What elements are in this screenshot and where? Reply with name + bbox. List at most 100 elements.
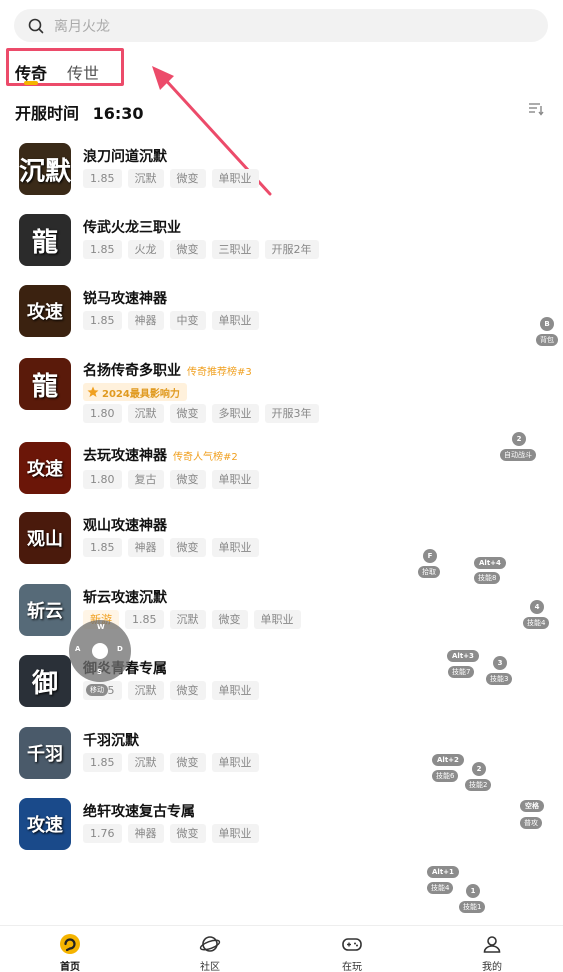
- key-hint: 2: [512, 432, 526, 446]
- key-hint-label: 自动战斗: [500, 449, 536, 461]
- game-tag: 三职业: [211, 240, 259, 259]
- open-time-header: 开服时间 16:30: [15, 100, 144, 124]
- star-icon: [87, 386, 99, 397]
- rank-label: 传奇推荐榜#3: [187, 367, 252, 378]
- open-time-value: 16:30: [92, 104, 144, 123]
- game-tag: 微变: [169, 538, 206, 557]
- key-hint-label: 拾取: [418, 566, 440, 578]
- game-title: 观山攻速神器: [83, 518, 167, 534]
- game-row[interactable]: 沉默 浪刀问道沉默 1.85 沉默 微变 单职业: [0, 143, 563, 213]
- game-thumbnail: 沉默: [19, 143, 71, 195]
- joystick-down-key: S: [97, 668, 103, 676]
- key-hint-label: 技能3: [486, 673, 513, 685]
- game-tag: 沉默: [127, 404, 164, 423]
- open-time-label: 开服时间: [15, 104, 80, 123]
- game-tag: 神器: [127, 538, 164, 557]
- game-title: 锐马攻速神器: [83, 291, 167, 307]
- nav-playing-label: 在玩: [342, 962, 362, 972]
- game-tag: 单职业: [211, 538, 259, 557]
- game-title: 去玩攻速神器: [83, 448, 167, 464]
- rank-label: 传奇人气榜#2: [173, 452, 238, 463]
- nav-community-label: 社区: [200, 962, 220, 972]
- joystick-left-key: A: [75, 645, 81, 653]
- game-row[interactable]: 龍 名扬传奇多职业 传奇推荐榜#3 2024最具影响力 1.80 沉默 微变 多…: [0, 357, 563, 437]
- game-tag: 神器: [127, 824, 164, 843]
- nav-profile-label: 我的: [482, 962, 502, 972]
- key-hint-label: 技能4: [427, 882, 454, 894]
- key-hint-label: 技能4: [523, 617, 550, 629]
- nav-profile[interactable]: 我的: [452, 926, 532, 972]
- game-thumbnail: 攻速: [19, 442, 71, 494]
- game-row[interactable]: 攻速 锐马攻速神器 1.85 神器 中变 单职业: [0, 285, 563, 355]
- game-thumbnail: 龍: [19, 214, 71, 266]
- key-hint: 1: [466, 884, 480, 898]
- game-tag: 单职业: [211, 681, 259, 700]
- virtual-joystick[interactable]: W A D S: [69, 620, 131, 682]
- game-tag: 微变: [169, 824, 206, 843]
- active-tab-indicator: [24, 81, 38, 85]
- game-tag: 单职业: [211, 311, 259, 330]
- game-tag: 单职业: [211, 169, 259, 188]
- sort-icon[interactable]: [528, 102, 544, 116]
- search-placeholder: 离月火龙: [54, 18, 110, 35]
- game-tag: 火龙: [127, 240, 164, 259]
- tab-chuanshi[interactable]: 传世: [67, 60, 99, 84]
- game-tag: 1.85: [83, 169, 122, 188]
- search-bar[interactable]: 离月火龙: [14, 9, 548, 42]
- game-tag: 沉默: [127, 753, 164, 772]
- nav-playing[interactable]: 在玩: [312, 926, 392, 972]
- search-icon: [28, 18, 44, 33]
- key-hint-label: 技能2: [465, 779, 492, 791]
- game-tag: 1.85: [83, 753, 122, 772]
- game-thumbnail: 攻速: [19, 798, 71, 850]
- joystick-knob[interactable]: [92, 643, 108, 659]
- game-tag: 微变: [169, 169, 206, 188]
- key-hint: 3: [493, 656, 507, 670]
- home-icon: [60, 934, 80, 954]
- key-hint: Alt+4: [474, 557, 506, 569]
- game-tag: 微变: [169, 681, 206, 700]
- game-tag: 单职业: [253, 610, 301, 629]
- game-title: 传武火龙三职业: [83, 220, 181, 236]
- key-hint: F: [423, 549, 437, 563]
- joystick-up-key: W: [97, 623, 105, 631]
- joystick-right-key: D: [117, 645, 123, 653]
- game-tag: 单职业: [211, 824, 259, 843]
- game-row[interactable]: 攻速 绝轩攻速复古专属 1.76 神器 微变 单职业: [0, 798, 563, 868]
- game-thumbnail: 龍: [19, 358, 71, 410]
- game-tag: 开服2年: [264, 240, 319, 259]
- game-row[interactable]: 龍 传武火龙三职业 1.85 火龙 微变 三职业 开服2年: [0, 214, 563, 284]
- nav-community[interactable]: 社区: [170, 926, 250, 972]
- game-tag: 微变: [169, 470, 206, 489]
- game-tag: 1.76: [83, 824, 122, 843]
- nav-home-label: 首页: [60, 962, 80, 972]
- bottom-nav: 首页 社区 在玩 我的: [0, 925, 563, 972]
- key-hint-label: 技能6: [432, 770, 459, 782]
- user-icon: [483, 936, 501, 953]
- game-tag: 1.85: [83, 538, 122, 557]
- planet-icon: [199, 936, 221, 952]
- key-hint-label: 技能8: [474, 572, 501, 584]
- key-hint-label: 技能1: [459, 901, 486, 913]
- game-tag: 1.80: [83, 470, 122, 489]
- game-tag: 微变: [169, 404, 206, 423]
- nav-home[interactable]: 首页: [30, 926, 110, 972]
- game-tag: 1.85: [125, 610, 164, 629]
- game-tag: 微变: [169, 753, 206, 772]
- game-tag: 微变: [211, 610, 248, 629]
- game-title: 名扬传奇多职业: [83, 363, 181, 379]
- game-tag: 1.85: [83, 311, 122, 330]
- game-row[interactable]: 攻速 去玩攻速神器 传奇人气榜#2 1.80 复古 微变 单职业: [0, 442, 563, 512]
- key-hint: B: [540, 317, 554, 331]
- key-hint-label: 普攻: [520, 817, 542, 829]
- key-hint: Alt+3: [447, 650, 479, 662]
- key-hint-label: 背包: [536, 334, 558, 346]
- game-tag: 微变: [169, 240, 206, 259]
- game-tag: 中变: [169, 311, 206, 330]
- game-tag: 单职业: [211, 470, 259, 489]
- game-thumbnail: 攻速: [19, 285, 71, 337]
- joystick-label: 移动: [86, 684, 108, 696]
- game-title: 浪刀问道沉默: [83, 149, 167, 165]
- game-thumbnail: 御: [19, 655, 71, 707]
- key-hint: 4: [530, 600, 544, 614]
